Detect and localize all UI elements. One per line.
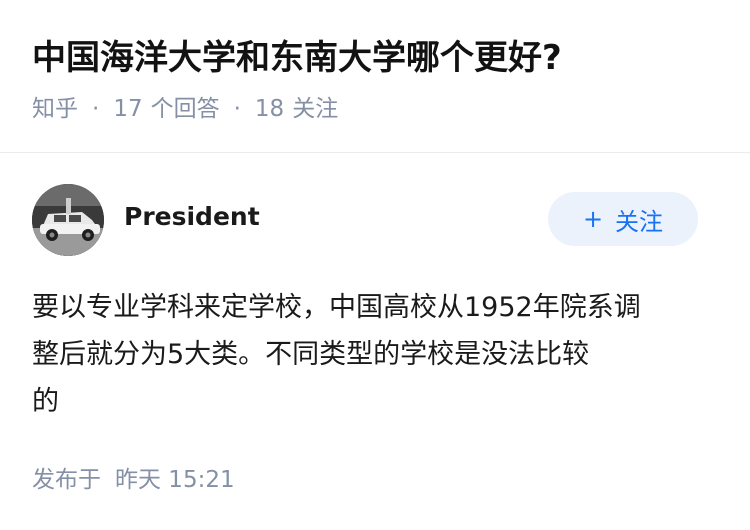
author-name[interactable]: President bbox=[124, 200, 260, 234]
answer-text-line: 的 bbox=[32, 378, 712, 425]
question-title[interactable]: 中国海洋大学和东南大学哪个更好? bbox=[32, 33, 562, 83]
answer-author-row: President + 关注 bbox=[0, 180, 750, 260]
answer-text-tail: 的 bbox=[32, 386, 59, 417]
question-meta: 知乎 · 17 个回答 · 18 关注 bbox=[32, 92, 338, 126]
question-header: 中国海洋大学和东南大学哪个更好? 知乎 · 17 个回答 · 18 关注 bbox=[0, 0, 750, 153]
truncation-fade bbox=[59, 389, 101, 416]
publish-label: 发布于 bbox=[32, 467, 101, 493]
plus-icon: + bbox=[582, 205, 604, 233]
separator-dot: · bbox=[92, 96, 100, 122]
answer-text-line: 要以专业学科来定学校，中国高校从1952年院系调 bbox=[32, 292, 641, 323]
separator-dot: · bbox=[233, 96, 241, 122]
follow-button-label: 关注 bbox=[615, 207, 664, 236]
follow-button[interactable]: + 关注 bbox=[548, 192, 698, 246]
answer-text-line: 整后就分为5大类。不同类型的学校是没法比较 bbox=[32, 339, 590, 370]
answer-count-label[interactable]: 个回答 bbox=[151, 96, 220, 122]
publish-timestamp: 昨天 15:21 bbox=[115, 467, 235, 493]
source-label[interactable]: 知乎 bbox=[32, 96, 78, 122]
avatar-photo-car-icon bbox=[32, 184, 104, 256]
answer-count[interactable]: 17 bbox=[113, 96, 142, 122]
publish-time: 发布于 昨天 15:21 bbox=[32, 463, 235, 497]
answer-content[interactable]: 要以专业学科来定学校，中国高校从1952年院系调 整后就分为5大类。不同类型的学… bbox=[32, 284, 712, 425]
follow-count-label[interactable]: 关注 bbox=[292, 96, 338, 122]
author-avatar[interactable] bbox=[32, 184, 104, 256]
follow-count[interactable]: 18 bbox=[255, 96, 284, 122]
